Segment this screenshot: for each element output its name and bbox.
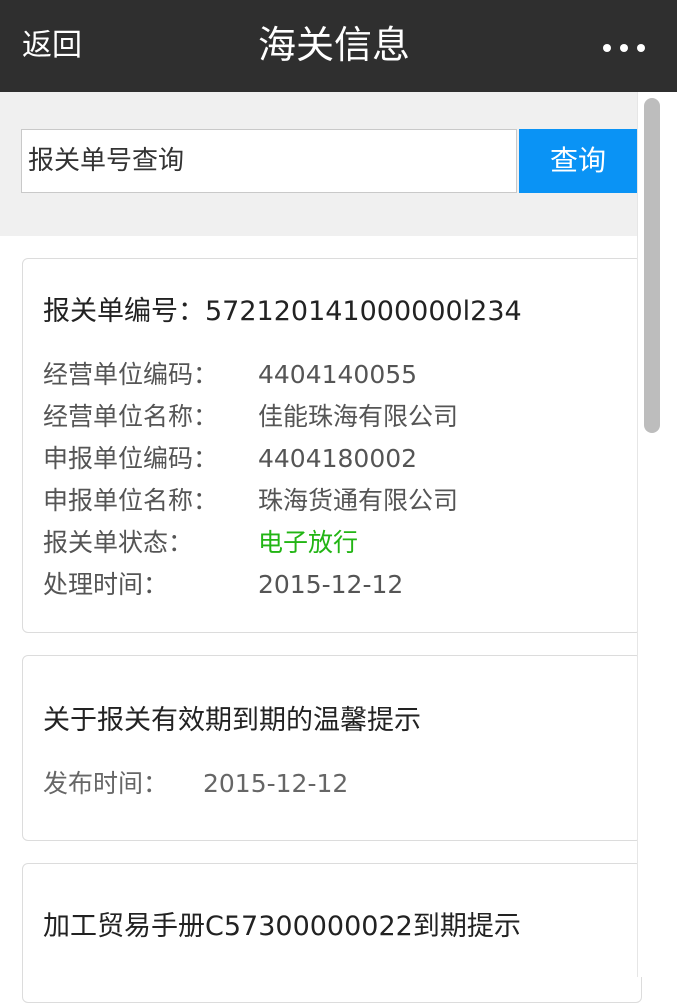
declaration-number-value: 572120141000000l234 — [205, 296, 522, 327]
field-label: 处理时间： — [43, 570, 169, 599]
field-row-operator-code: 经营单位编码： 4404140055 — [43, 355, 417, 391]
search-button[interactable]: 查询 — [519, 129, 637, 193]
field-label: 经营单位名称： — [43, 402, 219, 431]
field-value: 佳能珠海有限公司 — [258, 402, 459, 431]
field-row-status: 报关单状态： 电子放行 — [43, 523, 358, 559]
search-input[interactable] — [21, 129, 517, 193]
notice-title: 关于报关有效期到期的温馨提示 — [43, 705, 421, 736]
notice-time-value: 2015-12-12 — [203, 769, 349, 798]
field-value: 4404140055 — [258, 360, 418, 389]
field-row-declarant-name: 申报单位名称： 珠海货通有限公司 — [43, 481, 458, 517]
notice-time: 发布时间： 2015-12-12 — [43, 764, 348, 800]
declaration-number-label: 报关单编号： — [43, 296, 205, 327]
field-row-process-time: 处理时间： 2015-12-12 — [43, 565, 403, 601]
status-badge: 电子放行 — [258, 528, 359, 557]
field-row-declarant-code: 申报单位编码： 4404180002 — [43, 439, 417, 475]
notice-time-label: 发布时间： — [43, 769, 169, 798]
more-dots-icon[interactable] — [603, 30, 645, 60]
field-value: 4404180002 — [258, 444, 418, 473]
declaration-number: 报关单编号：572120141000000l234 — [43, 289, 522, 328]
field-label: 申报单位编码： — [43, 444, 219, 473]
field-label: 经营单位编码： — [43, 360, 219, 389]
search-area: 查询 — [0, 92, 637, 236]
top-bar: 返回 海关信息 — [0, 0, 677, 92]
field-label: 申报单位名称： — [43, 486, 219, 515]
notice-card[interactable]: 加工贸易手册C57300000022到期提示 — [22, 863, 642, 1003]
declaration-card[interactable]: 报关单编号：572120141000000l234 经营单位编码： 4404140… — [22, 258, 642, 633]
field-value: 珠海货通有限公司 — [258, 486, 459, 515]
page-title: 海关信息 — [257, 23, 410, 67]
field-label: 报关单状态： — [43, 528, 194, 557]
notice-card[interactable]: 关于报关有效期到期的温馨提示 发布时间： 2015-12-12 — [22, 655, 642, 841]
scrollbar-thumb[interactable] — [644, 98, 660, 433]
notice-title: 加工贸易手册C57300000022到期提示 — [43, 911, 521, 942]
field-value: 2015-12-12 — [258, 570, 404, 599]
field-row-operator-name: 经营单位名称： 佳能珠海有限公司 — [43, 397, 458, 433]
